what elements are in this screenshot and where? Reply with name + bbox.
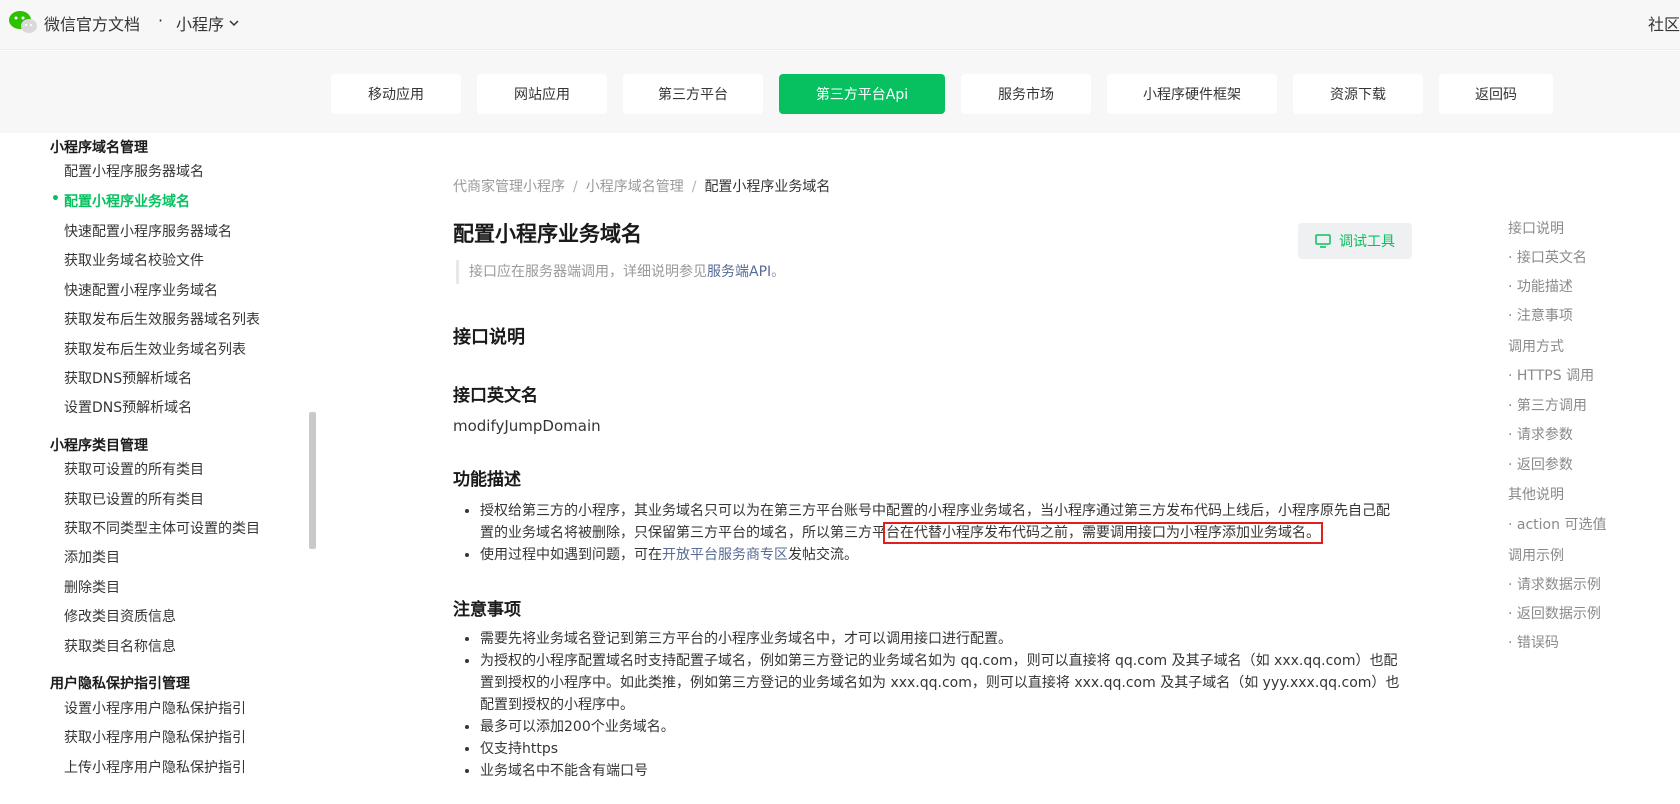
sidebar-item[interactable]: 获取DNS预解析域名 — [64, 368, 192, 388]
tab-third-party-api[interactable]: 第三方平台Api — [779, 74, 945, 114]
tab-label: 资源下载 — [1330, 87, 1386, 103]
toc-item[interactable]: 请求参数 — [1508, 424, 1573, 444]
sidebar-item[interactable]: 设置DNS预解析域名 — [64, 397, 192, 417]
top-bar: 微信官方文档 · 小程序 社区 — [0, 0, 1680, 50]
api-english-name: modifyJumpDomain — [453, 417, 601, 435]
list-item: 最多可以添加200个业务域名。 — [480, 716, 1400, 738]
sidebar-group-title[interactable]: 小程序类目管理 — [50, 435, 148, 455]
tab-label: 小程序硬件框架 — [1143, 87, 1241, 103]
service-provider-zone-link[interactable]: 开放平台服务商专区 — [662, 547, 788, 563]
sidebar-item[interactable]: 设置小程序用户隐私保护指引 — [64, 698, 246, 718]
sidebar-item[interactable]: 获取小程序用户隐私保护指引 — [64, 727, 246, 747]
server-side-note: 接口应在服务器端调用，详细说明参见服务端API。 — [456, 260, 785, 284]
sidebar-group-title[interactable]: 小程序域名管理 — [50, 137, 148, 157]
tab-third-party-platform[interactable]: 第三方平台 — [623, 74, 763, 114]
tab-label: 返回码 — [1475, 87, 1517, 103]
sidebar-scrollbar[interactable] — [309, 412, 316, 549]
toc-item[interactable]: 调用示例 — [1508, 545, 1564, 565]
sidebar-item[interactable]: 添加类目 — [64, 547, 120, 567]
tab-website-app[interactable]: 网站应用 — [477, 74, 607, 114]
debug-tool-label: 调试工具 — [1339, 234, 1395, 250]
note-text: 接口应在服务器端调用，详细说明参见 — [469, 264, 707, 280]
sidebar-item[interactable]: 修改类目资质信息 — [64, 606, 176, 626]
function-text: 使用过程中如遇到问题，可在 — [480, 547, 662, 563]
function-text: 发帖交流。 — [788, 547, 858, 563]
toc-item[interactable]: HTTPS 调用 — [1508, 365, 1594, 385]
breadcrumb-separator: / — [691, 179, 697, 195]
toc-item[interactable]: action 可选值 — [1508, 514, 1607, 534]
sidebar-item[interactable]: 获取业务域名校验文件 — [64, 250, 204, 270]
tab-mobile-app[interactable]: 移动应用 — [331, 74, 461, 114]
section-interface-desc: 接口说明 — [453, 327, 525, 348]
list-item: 需要先将业务域名登记到第三方平台的小程序业务域名中，才可以调用接口进行配置。 — [480, 628, 1400, 650]
tab-hardware-framework[interactable]: 小程序硬件框架 — [1107, 74, 1277, 114]
tab-label: 网站应用 — [514, 87, 570, 103]
sidebar-item[interactable]: 快速配置小程序服务器域名 — [64, 221, 232, 241]
notes-list: 需要先将业务域名登记到第三方平台的小程序业务域名中，才可以调用接口进行配置。 为… — [480, 628, 1400, 782]
list-item: 业务域名中不能含有端口号 — [480, 760, 1400, 782]
toc-item[interactable]: 其他说明 — [1508, 484, 1564, 504]
page-title: 配置小程序业务域名 — [453, 222, 642, 246]
toc-item[interactable]: 返回数据示例 — [1508, 603, 1601, 623]
brand-title[interactable]: 微信官方文档 — [44, 11, 140, 35]
section-english-name: 接口英文名 — [453, 386, 538, 406]
sidebar-item[interactable]: 获取已设置的所有类目 — [64, 489, 204, 509]
server-api-link[interactable]: 服务端API — [707, 264, 771, 280]
breadcrumb: 代商家管理小程序 / 小程序域名管理 / 配置小程序业务域名 — [453, 176, 830, 196]
breadcrumb-separator: / — [573, 179, 578, 195]
list-item: 授权给第三方的小程序，其业务域名只可以为在第三方平台账号中配置的小程序业务域名，… — [480, 500, 1400, 544]
tab-downloads[interactable]: 资源下载 — [1293, 74, 1423, 114]
monitor-icon — [1315, 234, 1331, 248]
list-item: 仅支持https — [480, 738, 1400, 760]
community-link[interactable]: 社区 — [1648, 11, 1680, 35]
toc-item[interactable]: 返回参数 — [1508, 454, 1573, 474]
brand-separator: · — [158, 11, 164, 30]
tab-label: 第三方平台Api — [815, 87, 909, 103]
tab-service-market[interactable]: 服务市场 — [961, 74, 1091, 114]
tab-label: 第三方平台 — [658, 87, 728, 103]
product-label: 小程序 — [176, 15, 225, 34]
product-dropdown[interactable]: 小程序 — [176, 11, 240, 35]
toc-item[interactable]: 调用方式 — [1508, 336, 1564, 356]
sidebar-item[interactable]: 快速配置小程序业务域名 — [64, 280, 218, 300]
sidebar-item[interactable]: 获取类目名称信息 — [64, 636, 176, 656]
toc-item[interactable]: 接口英文名 — [1508, 247, 1587, 267]
toc-item[interactable]: 功能描述 — [1508, 276, 1573, 296]
note-suffix: 。 — [771, 264, 786, 280]
sidebar: 小程序域名管理 配置小程序服务器域名 配置小程序业务域名 快速配置小程序服务器域… — [0, 133, 316, 804]
chevron-down-icon — [229, 20, 239, 27]
sidebar-item[interactable]: 上传小程序用户隐私保护指引 — [64, 757, 246, 777]
toc-item[interactable]: 接口说明 — [1508, 218, 1564, 238]
sidebar-item[interactable]: 获取不同类型主体可设置的类目 — [64, 518, 260, 538]
sidebar-item-active[interactable]: 配置小程序业务域名 — [51, 191, 190, 211]
debug-tool-button[interactable]: 调试工具 — [1298, 223, 1412, 259]
tab-return-codes[interactable]: 返回码 — [1439, 74, 1553, 114]
sidebar-group-title[interactable]: 用户隐私保护指引管理 — [50, 673, 190, 693]
sidebar-item[interactable]: 配置小程序服务器域名 — [64, 161, 204, 181]
sidebar-item[interactable]: 获取发布后生效服务器域名列表 — [64, 309, 260, 329]
sidebar-item[interactable]: 删除类目 — [64, 577, 120, 597]
highlighted-text: 台在代替小程序发布代码之前，需要调用接口为小程序添加业务域名。 — [883, 522, 1323, 544]
category-nav: 移动应用 网站应用 第三方平台 第三方平台Api 服务市场 小程序硬件框架 资源… — [0, 51, 1680, 133]
toc-item[interactable]: 第三方调用 — [1508, 395, 1587, 415]
sidebar-item[interactable]: 获取发布后生效业务域名列表 — [64, 339, 246, 359]
toc-item[interactable]: 请求数据示例 — [1508, 574, 1601, 594]
toc-item[interactable]: 注意事项 — [1508, 305, 1573, 325]
sidebar-item[interactable]: 获取可设置的所有类目 — [64, 459, 204, 479]
tab-label: 服务市场 — [998, 87, 1054, 103]
wechat-logo-icon[interactable] — [8, 9, 38, 35]
list-item: 使用过程中如遇到问题，可在开放平台服务商专区发帖交流。 — [480, 544, 1400, 566]
section-notes: 注意事项 — [453, 600, 521, 620]
tab-label: 移动应用 — [368, 87, 424, 103]
list-item: 为授权的小程序配置域名时支持配置子域名，例如第三方登记的业务域名如为 qq.co… — [480, 650, 1400, 716]
section-function-desc: 功能描述 — [453, 470, 521, 490]
breadcrumb-item[interactable]: 代商家管理小程序 — [453, 179, 565, 195]
breadcrumb-current: 配置小程序业务域名 — [704, 179, 831, 195]
function-list: 授权给第三方的小程序，其业务域名只可以为在第三方平台账号中配置的小程序业务域名，… — [480, 500, 1400, 566]
toc-item[interactable]: 错误码 — [1508, 632, 1559, 652]
breadcrumb-item[interactable]: 小程序域名管理 — [586, 179, 684, 195]
